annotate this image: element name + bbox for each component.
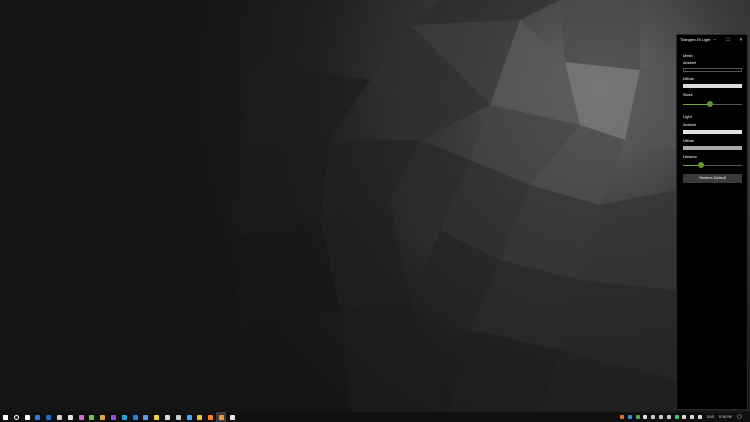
tray-orange-icon[interactable] (620, 415, 624, 419)
code-icon[interactable] (132, 414, 138, 420)
mesh-ambient-color-picker[interactable] (683, 68, 742, 72)
low-poly-wallpaper (0, 0, 750, 412)
tray-battery-icon[interactable] (682, 415, 687, 419)
tray-wifi-icon[interactable] (698, 415, 702, 419)
light-distance-slider[interactable] (683, 162, 742, 168)
calculator-icon[interactable] (143, 414, 149, 420)
task-view-icon[interactable] (24, 414, 30, 420)
mesh-diffuse-color-picker[interactable] (683, 84, 742, 88)
mesh-diffuse-label: Diffuse (683, 77, 695, 81)
mesh-section-title: Mesh (683, 53, 693, 58)
triangles-light-window[interactable]: Triangles JS Light ─ ☐ ✕ Mesh Ambient Di… (676, 34, 748, 410)
blue-app-icon[interactable] (186, 414, 192, 420)
orange-app-icon[interactable] (219, 414, 224, 420)
mail-icon[interactable] (46, 414, 52, 420)
desktop-wallpaper (0, 0, 750, 412)
light-diffuse-label: Diffuse (683, 139, 695, 143)
tray-monitor-icon[interactable] (666, 415, 671, 419)
mesh-slices-slider[interactable] (683, 101, 742, 107)
maximize-button[interactable]: ☐ (722, 35, 734, 45)
light-ambient-label: Ambient (683, 123, 697, 127)
purple-app-icon[interactable] (111, 414, 116, 420)
title-bar[interactable]: Triangles JS Light ─ ☐ ✕ (677, 35, 747, 45)
mesh-slices-label: Slices (683, 93, 693, 97)
language-indicator[interactable]: ENG (707, 412, 714, 422)
photos-icon[interactable] (100, 414, 106, 420)
notification-center-icon[interactable]: ▢ (737, 412, 742, 422)
slider-thumb[interactable] (697, 162, 704, 168)
todo-icon[interactable] (35, 414, 41, 420)
firefox-icon[interactable] (208, 414, 214, 420)
tray-app-icon[interactable] (651, 415, 656, 419)
chrome-icon[interactable] (154, 414, 160, 420)
light-ambient-color-picker[interactable] (683, 130, 742, 134)
tray-shield-icon[interactable] (627, 415, 632, 419)
light-diffuse-color-picker[interactable] (683, 146, 742, 150)
tray-green-icon[interactable] (674, 415, 679, 419)
taskbar: ENG 8:38 PM ▢ (0, 412, 750, 422)
clock[interactable]: 8:38 PM (719, 412, 732, 422)
start-icon[interactable] (3, 414, 8, 420)
settings-icon[interactable] (165, 414, 170, 420)
search-icon[interactable] (13, 414, 20, 420)
mesh-ambient-label: Ambient (683, 61, 697, 65)
light-section-title: Light (683, 114, 692, 119)
terminal-icon[interactable] (121, 414, 127, 420)
minimize-button[interactable]: ─ (709, 35, 721, 45)
light-distance-label: Distance (683, 155, 697, 159)
active-app-icon[interactable] (229, 414, 235, 420)
window-title: Triangles JS Light (680, 38, 711, 42)
slider-thumb[interactable] (706, 101, 713, 107)
tray-check-icon[interactable] (635, 415, 640, 419)
restore-default-button[interactable]: Restore Default (683, 174, 742, 183)
tray-volume-icon[interactable] (690, 415, 695, 419)
network-app-icon[interactable] (175, 414, 181, 420)
green-app-icon[interactable] (89, 414, 95, 420)
tray-grid-icon[interactable] (659, 415, 663, 419)
file-explorer-icon[interactable] (57, 414, 62, 420)
store-icon[interactable] (67, 414, 73, 420)
close-button[interactable]: ✕ (735, 35, 747, 45)
folder-icon[interactable] (197, 414, 203, 420)
media-icon[interactable] (78, 414, 84, 420)
tray-cloud-icon[interactable] (643, 415, 648, 419)
